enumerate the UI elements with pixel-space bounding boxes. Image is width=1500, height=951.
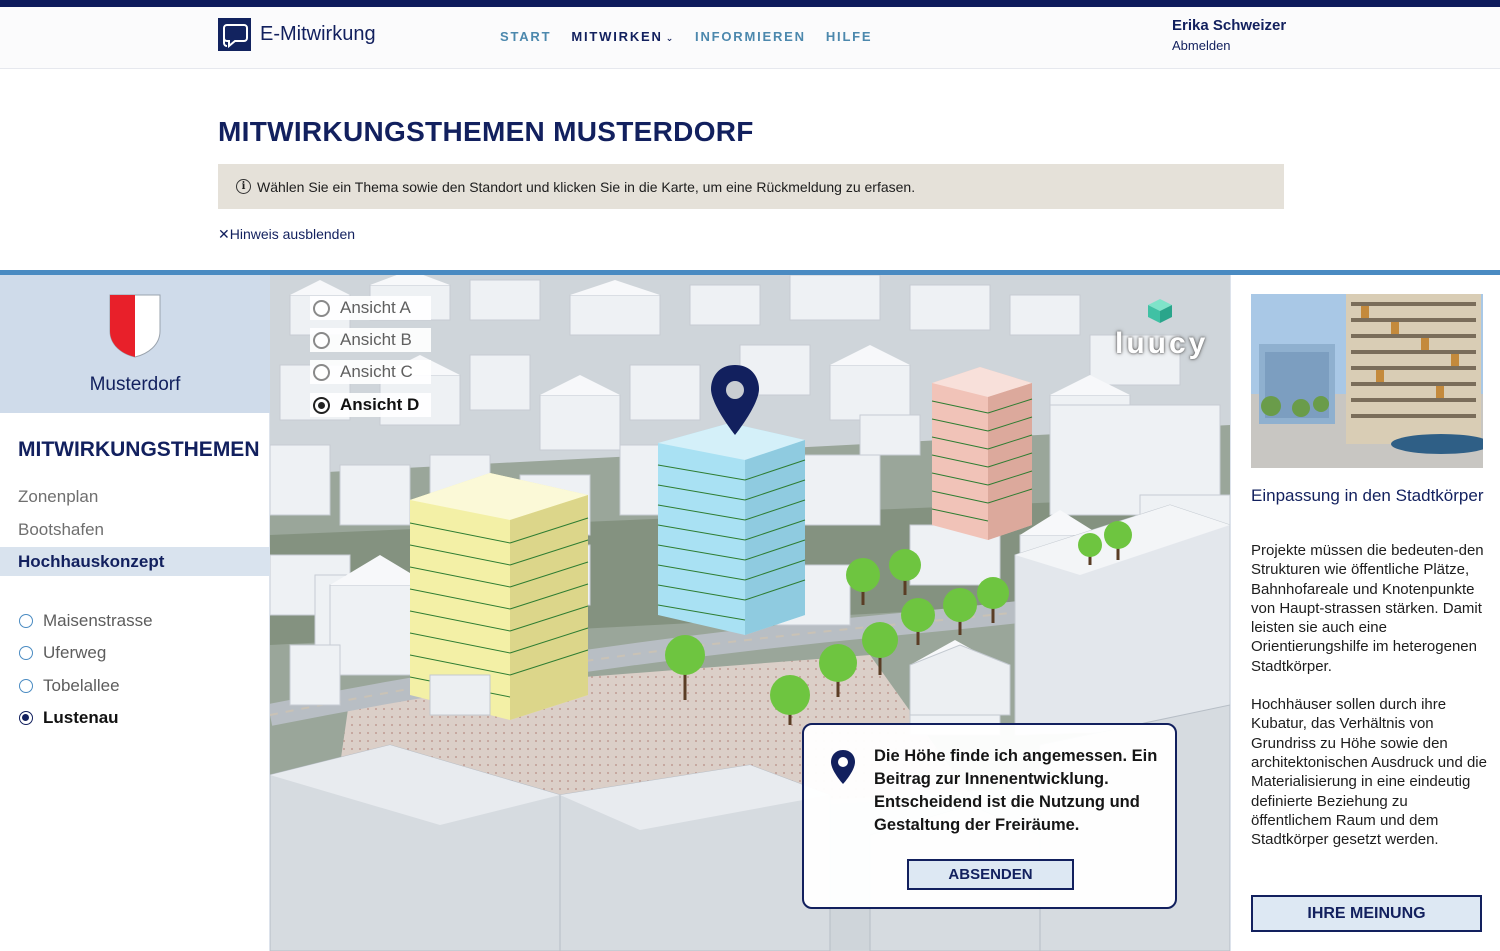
view-label: Ansicht C xyxy=(340,362,413,381)
user-name: Erika Schweizer xyxy=(1172,17,1287,34)
logo-speech-bubble-icon xyxy=(218,18,251,51)
location-label: Uferweg xyxy=(43,643,107,662)
location-lustenau[interactable]: Lustenau xyxy=(19,708,119,728)
municipality-panel: Musterdorf xyxy=(0,275,270,413)
radio-icon xyxy=(313,331,330,349)
close-icon: ✕ xyxy=(218,226,230,242)
radio-selected-icon xyxy=(19,711,33,725)
radio-icon xyxy=(19,679,33,693)
page-title: MITWIRKUNGSTHEMEN MUSTERDORF xyxy=(218,116,754,147)
info-paragraph: Projekte müssen die bedeuten-den Struktu… xyxy=(1251,542,1484,675)
main-nav: START MITWIRKEN ⌄ INFORMIEREN HILFE xyxy=(500,29,872,44)
view-option-c[interactable]: Ansicht C xyxy=(310,360,431,384)
feedback-text: Die Höhe finde ich angemessen. Ein Beitr… xyxy=(874,747,1158,834)
view-label: Ansicht B xyxy=(340,330,412,349)
location-uferweg[interactable]: Uferweg xyxy=(19,643,106,663)
top-accent-bar xyxy=(0,0,1500,7)
topics-title: MITWIRKUNGSTHEMEN xyxy=(18,438,260,461)
nav-mitwirken[interactable]: MITWIRKEN ⌄ xyxy=(571,29,675,44)
app-name: E-Mitwirkung xyxy=(260,23,376,45)
hint-text: Wählen Sie ein Thema sowie den Standort … xyxy=(257,178,916,195)
radio-icon xyxy=(19,646,33,660)
view-option-d[interactable]: Ansicht D xyxy=(310,393,431,417)
hide-hint-label: Hinweis ausblenden xyxy=(229,226,356,242)
info-panel: Einpassung in den Stadtkörper Projekte m… xyxy=(1230,275,1500,951)
map-3d-view[interactable]: Ansicht A Ansicht B Ansicht C Ansicht D … xyxy=(270,275,1230,951)
chevron-down-icon: ⌄ xyxy=(665,33,676,43)
info-paragraph: Hochhäuser sollen durch ihre Kubatur, da… xyxy=(1251,696,1487,849)
info-text: Projekte müssen die bedeuten-den Struktu… xyxy=(1251,541,1491,868)
view-option-b[interactable]: Ansicht B xyxy=(310,328,431,352)
location-label: Tobelallee xyxy=(43,676,120,695)
intro-section: MITWIRKUNGSTHEMEN MUSTERDORF i Wählen Si… xyxy=(0,70,1500,270)
location-label: Lustenau xyxy=(43,708,119,727)
luucy-cube-icon xyxy=(1148,299,1172,323)
view-option-a[interactable]: Ansicht A xyxy=(310,296,431,320)
send-button[interactable]: ABSENDEN xyxy=(907,859,1074,890)
nav-hilfe[interactable]: HILFE xyxy=(826,29,873,44)
hint-box: i Wählen Sie ein Thema sowie den Standor… xyxy=(218,164,1284,209)
place-name: Musterdorf xyxy=(89,374,181,395)
view-label: Ansicht D xyxy=(340,395,420,414)
your-opinion-button[interactable]: IHRE MEINUNG xyxy=(1251,895,1482,932)
logout-link[interactable]: Abmelden xyxy=(1172,38,1286,53)
nav-informieren[interactable]: INFORMIEREN xyxy=(695,29,806,44)
topic-bootshafen[interactable]: Bootshafen xyxy=(0,515,270,544)
radio-icon xyxy=(313,363,330,381)
sidebar: Musterdorf MITWIRKUNGSTHEMEN Zonenplan B… xyxy=(0,275,270,951)
location-tobelallee[interactable]: Tobelallee xyxy=(19,676,120,696)
topic-zonenplan[interactable]: Zonenplan xyxy=(0,482,270,511)
nav-mitwirken-label: MITWIRKEN xyxy=(571,29,663,44)
site-header: E-Mitwirkung START MITWIRKEN ⌄ INFORMIERE… xyxy=(0,7,1500,69)
info-icon: i xyxy=(236,179,251,194)
radio-icon xyxy=(19,614,33,628)
location-label: Maisenstrasse xyxy=(43,611,153,630)
user-menu: Erika Schweizer Abmelden xyxy=(1172,17,1286,53)
radio-icon xyxy=(313,299,330,317)
location-maisenstrasse[interactable]: Maisenstrasse xyxy=(19,611,153,631)
luucy-logo: luucy xyxy=(1115,327,1209,360)
radio-selected-icon xyxy=(313,396,330,414)
map-pin-icon xyxy=(831,750,855,784)
hide-hint-link[interactable]: ✕Hinweis ausblenden xyxy=(218,226,355,243)
view-label: Ansicht A xyxy=(340,298,411,317)
topic-hochhauskonzept[interactable]: Hochhauskonzept xyxy=(0,547,270,576)
nav-start[interactable]: START xyxy=(500,29,551,44)
info-title: Einpassung in den Stadtkörper xyxy=(1251,486,1484,505)
app-logo[interactable]: E-Mitwirkung xyxy=(218,18,376,51)
project-photo xyxy=(1251,294,1483,468)
feedback-popup: Die Höhe finde ich angemessen. Ein Beitr… xyxy=(802,723,1177,909)
coat-of-arms-icon xyxy=(109,294,161,358)
